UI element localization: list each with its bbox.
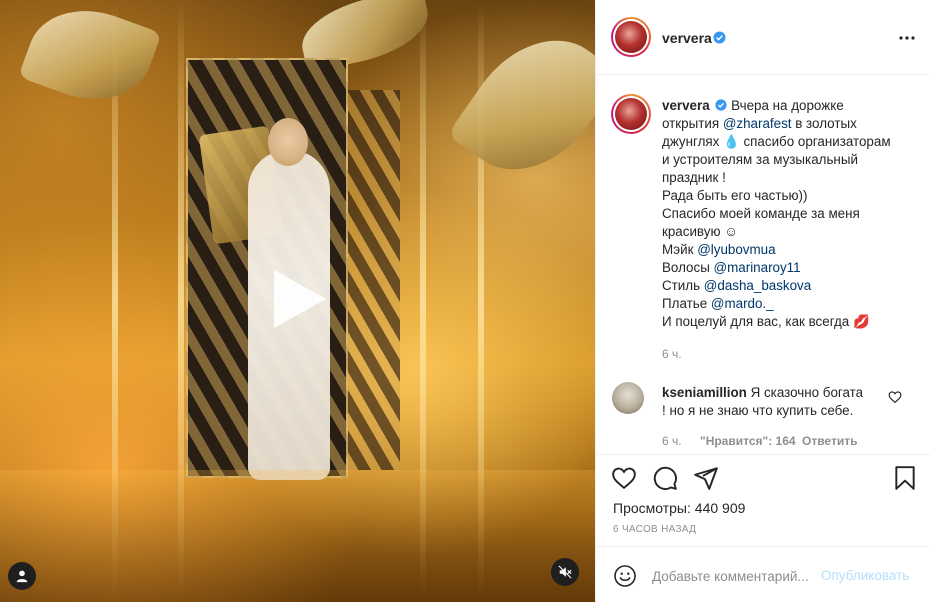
emoji-icon	[614, 565, 636, 587]
posted-ago[interactable]: 6 ЧАСОВ НАЗАД	[613, 524, 696, 535]
caption-username[interactable]: ververa	[662, 98, 710, 113]
decor-leaf	[18, 0, 162, 118]
mute-button[interactable]	[551, 558, 579, 586]
more-horizontal-icon	[899, 36, 915, 40]
comment-username[interactable]: kseniamillion	[662, 385, 747, 400]
decor-leaf	[446, 12, 595, 198]
caption-line: Платье	[662, 296, 711, 311]
mute-icon	[558, 565, 572, 579]
caption-line: праздник !	[662, 170, 726, 185]
verified-badge-icon	[713, 31, 726, 44]
caption-line: Мэйк	[662, 242, 698, 257]
like-button[interactable]	[611, 465, 637, 491]
caption-text: ververa Вчера на дорожке открытия @zhara…	[662, 97, 924, 331]
comment-input[interactable]	[652, 565, 820, 587]
views-value: 440 909	[694, 500, 746, 516]
play-icon	[274, 270, 326, 328]
comment-icon	[653, 466, 677, 490]
save-button[interactable]	[892, 465, 918, 491]
post-video[interactable]	[0, 0, 595, 602]
views-label: Просмотры:	[613, 500, 691, 516]
comment-reply-button[interactable]: Ответить	[802, 434, 857, 448]
caption-line: Стиль	[662, 278, 704, 293]
bookmark-icon	[895, 466, 915, 490]
comment-body-line: ! но я не знаю что купить себе.	[662, 403, 854, 418]
add-comment-bar: Опубликовать	[596, 546, 930, 602]
caption-avatar[interactable]	[611, 94, 651, 134]
caption-line: Волосы	[662, 260, 714, 275]
more-options-button[interactable]	[895, 26, 919, 50]
tagged-users-button[interactable]	[8, 562, 36, 590]
publish-button[interactable]: Опубликовать	[821, 568, 909, 583]
heart-icon	[888, 391, 902, 403]
caption-line: И поцелуй для вас, как всегда 💋	[662, 314, 870, 329]
comment-text: kseniamillion Я сказочно богата ! но я н…	[662, 384, 892, 420]
caption-line: открытия	[662, 116, 723, 131]
header-username[interactable]: ververa	[662, 30, 712, 46]
caption-line: Вчера на дорожке	[731, 98, 844, 113]
caption-line: Рада быть его частью))	[662, 188, 808, 203]
mention-link[interactable]: @marinaroy11	[714, 260, 801, 275]
mention-link[interactable]: @zharafest	[723, 116, 792, 131]
caption-fragment: 💧 спасибо организаторам	[719, 134, 891, 149]
post-side-panel: ververa ververa Вчера на дорожке открыти…	[595, 0, 930, 602]
comment-like-button[interactable]	[888, 390, 902, 404]
comment-body-line: Я сказочно богата	[750, 385, 864, 400]
play-button[interactable]	[266, 266, 332, 332]
comment-avatar[interactable]	[612, 382, 644, 414]
post-header: ververa	[596, 0, 930, 75]
mention-link[interactable]: @lyubovmua	[697, 242, 775, 257]
emoji-button[interactable]	[613, 564, 637, 588]
verified-badge-icon	[715, 99, 727, 111]
mention-link[interactable]: @mardo._	[711, 296, 774, 311]
caption-timestamp[interactable]: 6 ч.	[662, 347, 682, 361]
avatar[interactable]	[611, 17, 651, 57]
comment-timestamp[interactable]: 6 ч.	[662, 434, 682, 448]
share-icon	[694, 467, 718, 490]
caption-line: красивую ☺	[662, 224, 738, 239]
comment-likes[interactable]: "Нравится": 164	[700, 434, 796, 448]
share-button[interactable]	[693, 465, 719, 491]
person-head	[268, 118, 308, 166]
event-backdrop-side	[348, 90, 400, 470]
heart-icon	[612, 467, 636, 489]
caption-line: и устроителям за музыкальный	[662, 152, 858, 167]
caption-fragment: в золотых	[791, 116, 857, 131]
user-icon	[16, 570, 28, 583]
views-count[interactable]: Просмотры: 440 909	[613, 500, 745, 516]
floor-reflection	[0, 470, 595, 602]
caption-line: джунглях	[662, 134, 720, 149]
caption-line: Спасибо моей команде за меня	[662, 206, 860, 221]
comment-button[interactable]	[652, 465, 678, 491]
mention-link[interactable]: @dasha_baskova	[704, 278, 811, 293]
